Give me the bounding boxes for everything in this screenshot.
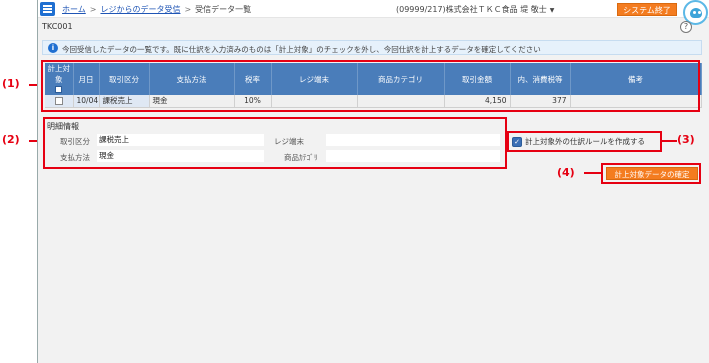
info-message: 今回受信したデータの一覧です。既に仕訳を入力済みのものは「計上対象」のチェックを… — [62, 45, 541, 54]
callout-4-box — [601, 163, 701, 184]
callout-3-box — [507, 131, 662, 152]
help-icon[interactable]: ? — [680, 21, 692, 33]
top-bar: ホーム > レジからのデータ受信 > 受信データ一覧 (09999/217)株式会社ＴＫ… — [38, 0, 709, 25]
info-banner: i 今回受信したデータの一覧です。既に仕訳を入力済みのものは「計上対象」のチェッ… — [42, 40, 702, 55]
callout-2-box — [43, 117, 507, 169]
callout-3: (3) — [677, 133, 695, 146]
callout-1: (1) — [2, 77, 20, 90]
callout-4-line — [584, 172, 601, 174]
breadcrumb-home[interactable]: ホーム — [62, 5, 86, 14]
screen-id: TKC001 — [42, 22, 73, 31]
chevron-down-icon: ▼ — [549, 7, 555, 14]
breadcrumb-register-receive[interactable]: レジからのデータ受信 — [100, 5, 180, 14]
callout-4: (4) — [557, 166, 575, 179]
breadcrumb: ホーム > レジからのデータ受信 > 受信データ一覧 — [62, 5, 252, 14]
info-icon: i — [48, 43, 58, 53]
callout-2: (2) — [2, 133, 20, 146]
menu-icon[interactable] — [40, 2, 55, 16]
system-exit-button[interactable]: システム終了 — [617, 3, 677, 16]
breadcrumb-current: 受信データ一覧 — [195, 5, 252, 14]
callout-3-line — [662, 140, 677, 142]
callout-1-box — [41, 60, 700, 112]
company-user-menu[interactable]: (09999/217)株式会社ＴＫＣ食品 堤 敬士 ▼ — [396, 4, 554, 15]
